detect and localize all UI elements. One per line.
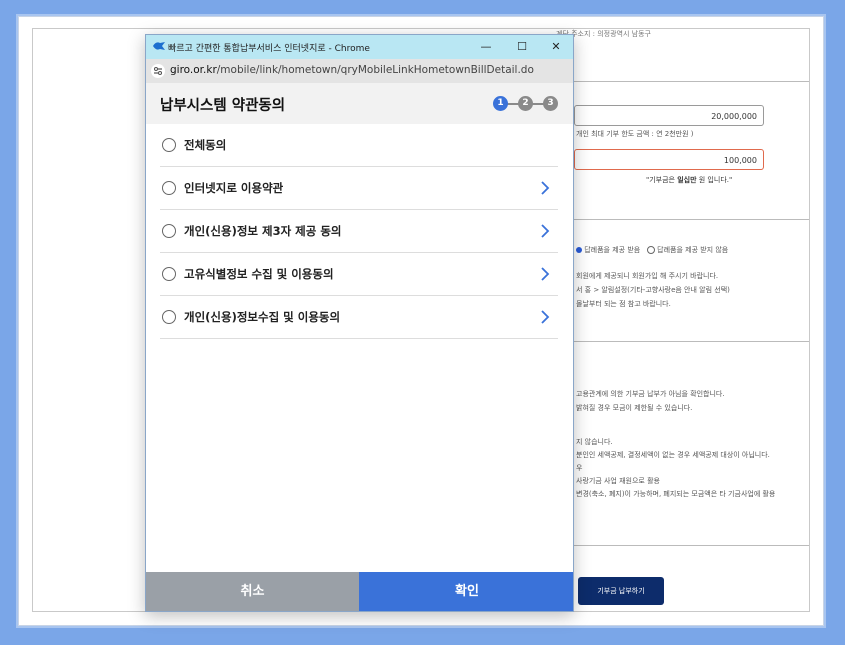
divider bbox=[574, 81, 809, 82]
list-item-label: 전체동의 bbox=[184, 138, 227, 152]
gift-options: 답례품을 제공 받음 답례품을 제공 받지 않음 bbox=[576, 245, 728, 255]
terms-item-internet-giro[interactable]: 인터넷지로 이용약관 bbox=[160, 167, 558, 210]
notice-line: 회원에게 제공되니 회원가입 해 주시기 바랍니다. bbox=[576, 272, 719, 280]
divider bbox=[574, 545, 809, 546]
list-item-label: 개인(신용)정보수집 및 이용동의 bbox=[184, 310, 341, 324]
popup-footer: 취소 확인 bbox=[146, 572, 573, 611]
amount-note-bold: 일십만 bbox=[677, 176, 697, 184]
radio-icon[interactable] bbox=[162, 224, 176, 238]
url-path: /mobile/link/hometown/qryMobileLinkHomet… bbox=[216, 64, 534, 76]
terms-item-third-party[interactable]: 개인(신용)정보 제3자 제공 동의 bbox=[160, 210, 558, 253]
list-item-label: 인터넷지로 이용약관 bbox=[184, 181, 284, 195]
notice-line: 사랑기금 사업 재원으로 활용 bbox=[576, 477, 660, 485]
step-1-badge: 1 bbox=[493, 96, 508, 111]
maximize-button[interactable]: ☐ bbox=[511, 39, 533, 55]
radio-icon[interactable] bbox=[162, 181, 176, 195]
terms-item-unique-id[interactable]: 고유식별정보 수집 및 이용동의 bbox=[160, 253, 558, 296]
url-host: giro.or.kr bbox=[170, 64, 217, 76]
step-3-badge: 3 bbox=[543, 96, 558, 111]
amount-note-prefix: "기부금은 bbox=[646, 176, 678, 184]
divider bbox=[574, 219, 809, 220]
window-title: 빠르고 간편한 통합납부서비스 인터넷지로 - Chrome bbox=[168, 44, 370, 54]
site-info-icon[interactable] bbox=[151, 64, 165, 78]
close-button[interactable]: ✕ bbox=[545, 39, 567, 55]
step-2-badge: 2 bbox=[518, 96, 533, 111]
radio-icon[interactable] bbox=[162, 310, 176, 324]
notice-line: 서 홍 > 알림설정(기타-고향사랑e음 안내 알림 선택) bbox=[576, 286, 730, 294]
limit-input[interactable]: 20,000,000 bbox=[574, 105, 764, 126]
amount-note: "기부금은 일십만 원 입니다." bbox=[646, 175, 732, 185]
notice-line: 변경(축소, 폐지)이 가능하며, 폐지되는 모금액은 타 기금사업에 활용 bbox=[576, 490, 776, 498]
list-item-label: 개인(신용)정보 제3자 제공 동의 bbox=[184, 224, 342, 238]
notice-line: 몰날부터 되는 점 참고 바랍니다. bbox=[576, 300, 671, 308]
radio-unselected-icon[interactable] bbox=[646, 246, 655, 254]
radio-icon[interactable] bbox=[162, 138, 176, 152]
terms-popup-window: 빠르고 간편한 통합납부서비스 인터넷지로 - Chrome — ☐ ✕ gir… bbox=[145, 34, 574, 612]
window-titlebar[interactable]: 빠르고 간편한 통합납부서비스 인터넷지로 - Chrome — ☐ ✕ bbox=[146, 35, 573, 59]
agree-all-item[interactable]: 전체동의 bbox=[160, 124, 558, 167]
chevron-right-icon[interactable] bbox=[538, 264, 552, 284]
notice-line: 분인인 세액공제, 결정세액이 없는 경우 세액공제 대상이 아닙니다. bbox=[576, 451, 770, 459]
list-item-label: 고유식별정보 수집 및 이용동의 bbox=[184, 267, 334, 281]
step-indicator: 1 2 3 bbox=[493, 96, 559, 111]
notice-line: 고용관계에 의한 기부금 납부가 아님을 확인합니다. bbox=[576, 390, 725, 398]
terms-item-personal-info[interactable]: 개인(신용)정보수집 및 이용동의 bbox=[160, 296, 558, 339]
url-text[interactable]: giro.or.kr/mobile/link/hometown/qryMobil… bbox=[170, 64, 534, 76]
gift-option-decline[interactable]: 답례품을 제공 받지 않음 bbox=[657, 246, 728, 254]
radio-selected-icon[interactable] bbox=[576, 247, 582, 253]
radio-icon[interactable] bbox=[162, 267, 176, 281]
address-bar[interactable]: giro.or.kr/mobile/link/hometown/qryMobil… bbox=[146, 59, 573, 83]
donate-button[interactable]: 기부금 납부하기 bbox=[578, 577, 664, 605]
terms-header: 납부시스템 약관동의 1 2 3 bbox=[146, 83, 573, 124]
chevron-right-icon[interactable] bbox=[538, 178, 552, 198]
cancel-button[interactable]: 취소 bbox=[146, 572, 359, 611]
confirm-button[interactable]: 확인 bbox=[359, 572, 573, 611]
chevron-right-icon[interactable] bbox=[538, 307, 552, 327]
divider bbox=[574, 341, 809, 342]
minimize-button[interactable]: — bbox=[475, 39, 497, 55]
notice-line: 지 않습니다. bbox=[576, 438, 613, 446]
gift-option-receive[interactable]: 답례품을 제공 받음 bbox=[584, 246, 640, 254]
amount-input[interactable]: 100,000 bbox=[574, 149, 764, 170]
chevron-right-icon[interactable] bbox=[538, 221, 552, 241]
notice-line: 밝혀질 경우 모금이 제한될 수 있습니다. bbox=[576, 404, 693, 412]
notice-line: 우 bbox=[576, 464, 583, 472]
app-logo-icon bbox=[152, 40, 166, 52]
donation-form-panel: 계단 주소지 : 의정광역시 남동구 20,000,000 개인 최대 기부 한… bbox=[556, 29, 809, 549]
amount-note-suffix: 원 입니다." bbox=[696, 176, 733, 184]
page-title: 납부시스템 약관동의 bbox=[160, 98, 286, 114]
limit-note: 개인 최대 기부 한도 금액 : 연 2천만원 ) bbox=[576, 130, 694, 138]
